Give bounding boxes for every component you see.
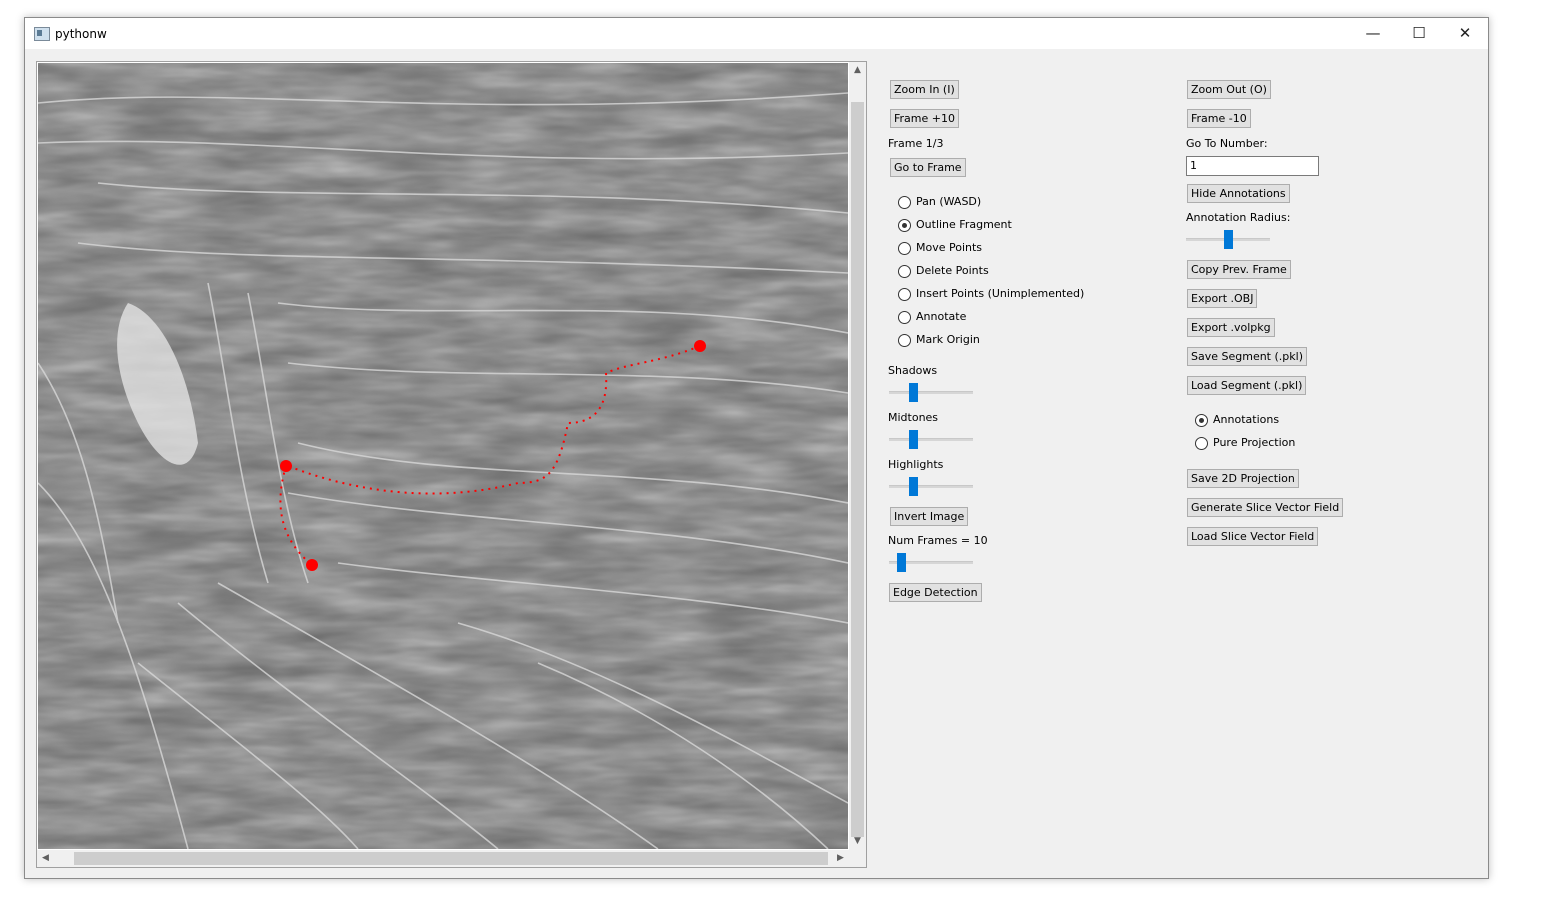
annotation-point[interactable] bbox=[280, 460, 292, 472]
python-app-icon bbox=[34, 27, 50, 41]
midtones-label: Midtones bbox=[888, 411, 939, 424]
highlights-slider[interactable] bbox=[889, 475, 973, 497]
radio-label: Delete Points bbox=[916, 264, 989, 277]
radio-label: Annotations bbox=[1213, 413, 1280, 426]
slider-thumb[interactable] bbox=[909, 430, 918, 449]
radio-indicator[interactable] bbox=[898, 311, 911, 324]
edge-detection-button[interactable]: Edge Detection bbox=[889, 583, 982, 602]
scrollbar-corner bbox=[849, 850, 866, 867]
radio-label: Outline Fragment bbox=[916, 218, 1012, 231]
export-volpkg-button[interactable]: Export .volpkg bbox=[1187, 318, 1275, 337]
vertical-scroll-thumb[interactable] bbox=[851, 102, 864, 837]
scan-image-canvas[interactable] bbox=[38, 63, 848, 849]
highlights-label: Highlights bbox=[888, 458, 944, 471]
go-to-number-input[interactable]: 1 bbox=[1186, 156, 1319, 176]
radio-indicator[interactable] bbox=[898, 219, 911, 232]
scroll-up-icon[interactable]: ▲ bbox=[849, 62, 866, 79]
radio-indicator[interactable] bbox=[898, 196, 911, 209]
scroll-left-icon[interactable]: ◀ bbox=[37, 850, 54, 867]
slider-thumb[interactable] bbox=[897, 553, 906, 572]
minimize-icon[interactable]: — bbox=[1350, 18, 1396, 49]
radio-label: Annotate bbox=[916, 310, 967, 323]
app-window: pythonw — ☐ ✕ ▲ ▼ ◀ ▶ Zoom In (I) Frame … bbox=[24, 17, 1489, 879]
slider-thumb[interactable] bbox=[909, 477, 918, 496]
load-slice-vector-field-button[interactable]: Load Slice Vector Field bbox=[1187, 527, 1319, 546]
horizontal-scrollbar[interactable]: ◀ ▶ bbox=[37, 850, 849, 867]
frame-plus-button[interactable]: Frame +10 bbox=[890, 109, 959, 128]
generate-slice-vector-field-button[interactable]: Generate Slice Vector Field bbox=[1187, 498, 1344, 517]
radio-label: Insert Points (Unimplemented) bbox=[916, 287, 1085, 300]
maximize-icon[interactable]: ☐ bbox=[1396, 18, 1442, 49]
frame-minus-button[interactable]: Frame -10 bbox=[1187, 109, 1251, 128]
slider-track bbox=[889, 438, 973, 441]
scroll-down-icon[interactable]: ▼ bbox=[849, 833, 866, 850]
radio-label: Mark Origin bbox=[916, 333, 980, 346]
close-icon[interactable]: ✕ bbox=[1442, 18, 1488, 49]
slider-thumb[interactable] bbox=[909, 383, 918, 402]
radio-label: Pan (WASD) bbox=[916, 195, 982, 208]
scroll-right-icon[interactable]: ▶ bbox=[832, 850, 849, 867]
radio-label: Pure Projection bbox=[1213, 436, 1296, 449]
radio-label: Move Points bbox=[916, 241, 983, 254]
scan-texture bbox=[38, 63, 848, 849]
shadows-label: Shadows bbox=[888, 364, 938, 377]
annotation-point[interactable] bbox=[306, 559, 318, 571]
slider-thumb[interactable] bbox=[1224, 230, 1233, 249]
radio-indicator[interactable] bbox=[898, 288, 911, 301]
radio-indicator[interactable] bbox=[1195, 414, 1208, 427]
load-segment-button[interactable]: Load Segment (.pkl) bbox=[1187, 376, 1307, 395]
frame-label: Frame 1/3 bbox=[888, 137, 944, 150]
slider-track bbox=[889, 391, 973, 394]
save-segment-button[interactable]: Save Segment (.pkl) bbox=[1187, 347, 1307, 366]
copy-prev-frame-button[interactable]: Copy Prev. Frame bbox=[1187, 260, 1291, 279]
go-to-number-label: Go To Number: bbox=[1186, 137, 1268, 150]
num-frames-slider[interactable] bbox=[889, 551, 973, 573]
image-viewer[interactable]: ▲ ▼ ◀ ▶ bbox=[36, 61, 867, 868]
zoom-out-button[interactable]: Zoom Out (O) bbox=[1187, 80, 1271, 99]
hide-annotations-button[interactable]: Hide Annotations bbox=[1187, 184, 1290, 203]
midtones-slider[interactable] bbox=[889, 428, 973, 450]
export-obj-button[interactable]: Export .OBJ bbox=[1187, 289, 1258, 308]
zoom-in-button[interactable]: Zoom In (I) bbox=[890, 80, 959, 99]
annotation-radius-slider[interactable] bbox=[1186, 228, 1270, 250]
invert-image-button[interactable]: Invert Image bbox=[890, 507, 969, 526]
window-title: pythonw bbox=[55, 27, 107, 41]
title-bar: pythonw — ☐ ✕ bbox=[25, 18, 1488, 49]
radio-indicator[interactable] bbox=[1195, 437, 1208, 450]
radio-indicator[interactable] bbox=[898, 242, 911, 255]
vertical-scrollbar[interactable]: ▲ ▼ bbox=[849, 62, 866, 850]
go-to-frame-button[interactable]: Go to Frame bbox=[890, 158, 966, 177]
annotation-radius-label: Annotation Radius: bbox=[1186, 211, 1291, 224]
slider-track bbox=[889, 485, 973, 488]
horizontal-scroll-thumb[interactable] bbox=[74, 852, 828, 865]
save-2d-projection-button[interactable]: Save 2D Projection bbox=[1187, 469, 1299, 488]
shadows-slider[interactable] bbox=[889, 381, 973, 403]
num-frames-label: Num Frames = 10 bbox=[888, 534, 988, 547]
radio-indicator[interactable] bbox=[898, 334, 911, 347]
annotation-point[interactable] bbox=[694, 340, 706, 352]
radio-indicator[interactable] bbox=[898, 265, 911, 278]
